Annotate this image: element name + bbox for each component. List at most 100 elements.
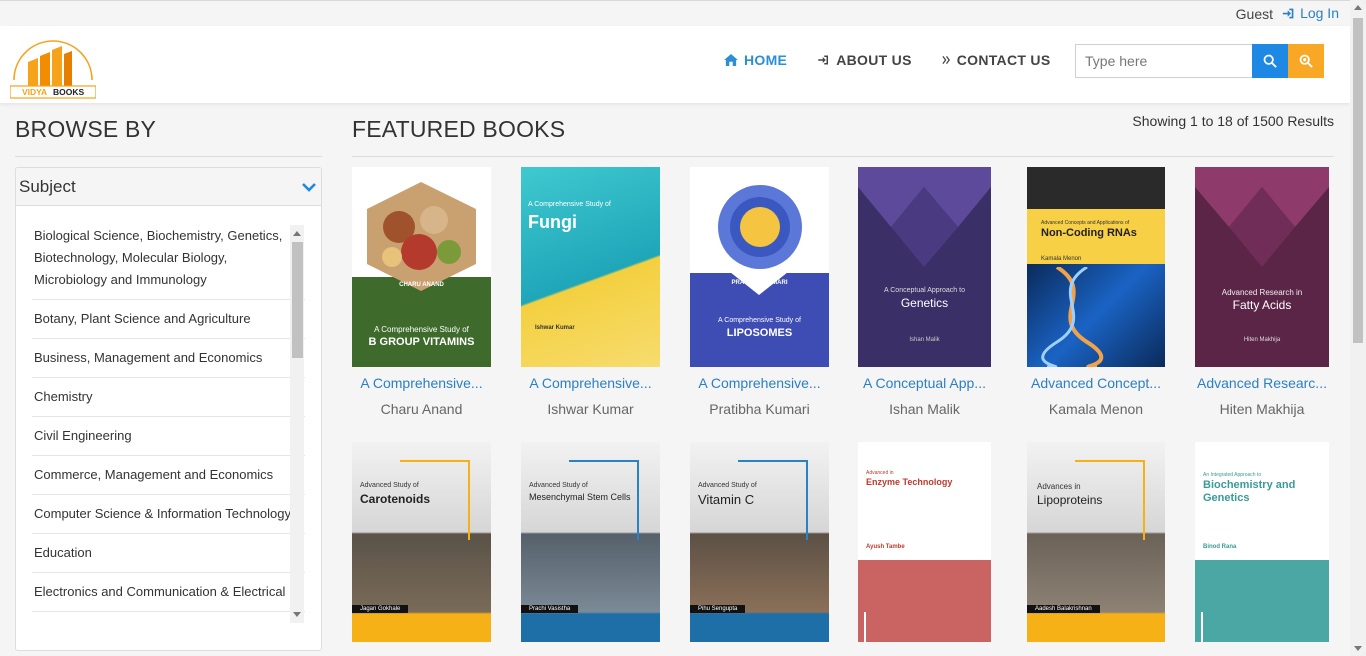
book-card[interactable]: CHARU ANAND A Comprehensive Study of B G…	[352, 167, 491, 417]
book-card[interactable]: Advanced in Enzyme Technology Ayush Tamb…	[858, 442, 991, 642]
login-label: Log In	[1300, 5, 1339, 21]
cover-subtitle: Advanced in	[866, 470, 894, 476]
book-author: Kamala Menon	[1048, 401, 1144, 417]
login-link[interactable]: Log In	[1282, 5, 1339, 21]
book-title-link[interactable]: A Comprehensive...	[521, 375, 660, 391]
book-card[interactable]: PRATIBHA KUMARI A Comprehensive Study of…	[690, 167, 829, 417]
book-title-link[interactable]: A Comprehensive...	[690, 375, 829, 391]
cover-title: Genetics	[900, 296, 949, 310]
subject-item[interactable]: Electronics and Communication & Electric…	[32, 573, 305, 612]
search-input[interactable]	[1075, 44, 1252, 78]
book-author: Charu Anand	[380, 401, 463, 417]
subject-item[interactable]: Education	[32, 534, 305, 573]
subject-item[interactable]: Botany, Plant Science and Agriculture	[32, 300, 305, 339]
scroll-up-arrow[interactable]	[1354, 5, 1362, 10]
home-icon	[724, 54, 738, 66]
book-cover[interactable]: A Comprehensive Study of Fungi Ishwar Ku…	[521, 167, 660, 367]
nav-contact[interactable]: CONTACT US	[942, 52, 1051, 68]
cover-author: PRATIBHA KUMARI	[731, 280, 788, 286]
cover-subtitle: A Comprehensive Study of	[374, 325, 469, 334]
book-cover[interactable]: A Conceptual Approach to Genetics Ishan …	[858, 167, 991, 367]
nav-home[interactable]: HOME	[724, 52, 787, 68]
search-icon	[1263, 54, 1277, 68]
sign-in-icon	[1282, 8, 1294, 18]
cover-author: Binod Rana	[1203, 544, 1237, 550]
cover-title: Mesenchymal Stem Cells	[529, 492, 631, 502]
scroll-down-arrow[interactable]	[293, 612, 301, 617]
scroll-thumb[interactable]	[292, 242, 303, 358]
book-cover[interactable]: CHARU ANAND A Comprehensive Study of B G…	[352, 167, 491, 367]
cover-subtitle: Advanced Research in	[1221, 288, 1303, 297]
scroll-down-arrow[interactable]	[1354, 646, 1362, 651]
cover-subtitle: A Conceptual Approach to	[884, 287, 965, 294]
book-cover[interactable]: Advanced Research in Fatty Acids Hiten M…	[1195, 167, 1329, 367]
book-title-link[interactable]: Advanced Researc...	[1195, 375, 1329, 391]
book-author: Hiten Makhija	[1219, 401, 1305, 417]
scroll-up-arrow[interactable]	[293, 231, 301, 236]
subject-item[interactable]: Commerce, Management and Economics	[32, 456, 305, 495]
chevron-down-icon	[302, 182, 316, 192]
cover-author: Jagan Gokhale	[352, 605, 409, 613]
logo-text-vidya: VIDYA	[22, 87, 47, 97]
book-cover[interactable]: Advanced Study of Vitamin C Pihu Sengupt…	[690, 442, 829, 642]
subject-item[interactable]: Business, Management and Economics	[32, 339, 305, 378]
logo-text-books: BOOKS	[53, 87, 85, 97]
book-card[interactable]: An Integrated Approach to Biochemistry a…	[1195, 442, 1329, 642]
book-cover[interactable]: PRATIBHA KUMARI A Comprehensive Study of…	[690, 167, 829, 367]
book-title-link[interactable]: Advanced Concept...	[1027, 375, 1165, 391]
main-nav: HOME ABOUT US CONTACT US	[724, 52, 1080, 68]
subject-panel-header[interactable]: Subject	[16, 168, 321, 206]
vidya-books-logo[interactable]: VIDYA BOOKS	[9, 32, 97, 100]
nav-about-label: ABOUT US	[836, 52, 912, 68]
advanced-search-button[interactable]	[1288, 44, 1324, 78]
nav-about[interactable]: ABOUT US	[817, 52, 912, 68]
book-author: Ishwar Kumar	[547, 401, 634, 417]
subject-panel: Subject Biological Science, Biochemistry…	[15, 167, 322, 651]
scroll-thumb[interactable]	[1353, 18, 1363, 343]
book-cover[interactable]: Advanced Concepts and Applications of No…	[1027, 167, 1165, 367]
double-chevron-right-icon	[942, 56, 950, 64]
cover-title: Biochemistry and Genetics	[1203, 479, 1296, 504]
subject-list: Biological Science, Biochemistry, Geneti…	[32, 225, 305, 627]
cover-author: Prachi Vasistha	[521, 605, 579, 613]
cover-subtitle: A Comprehensive Study of	[528, 201, 611, 208]
book-cover[interactable]: Advanced Study of Mesenchymal Stem Cells…	[521, 442, 660, 642]
top-bar: Guest Log In	[0, 0, 1350, 26]
book-cover[interactable]: Advances in Lipoproteins Aadesh Balakris…	[1027, 442, 1165, 642]
cover-title: LIPOSOMES	[726, 327, 793, 339]
cover-title: Lipoproteins	[1037, 493, 1103, 507]
book-card[interactable]: Advanced Study of Carotenoids Jagan Gokh…	[352, 442, 491, 642]
advanced-search-icon	[1299, 54, 1313, 68]
subject-item[interactable]: Civil Engineering	[32, 417, 305, 456]
cover-author: Ayush Tambe	[866, 544, 905, 550]
book-title-link[interactable]: A Comprehensive...	[352, 375, 491, 391]
cover-author: Aadesh Balakrishnan	[1027, 605, 1100, 613]
book-title-link[interactable]: A Conceptual App...	[858, 375, 991, 391]
cover-subtitle: An Integrated Approach to	[1203, 472, 1262, 478]
divider	[352, 156, 1334, 157]
subject-item[interactable]: Computer Science & Information Technolog…	[32, 495, 305, 534]
book-cover[interactable]: Advanced Study of Carotenoids Jagan Gokh…	[352, 442, 491, 642]
book-cover[interactable]: An Integrated Approach to Biochemistry a…	[1195, 442, 1329, 642]
book-card[interactable]: Advanced Research in Fatty Acids Hiten M…	[1195, 167, 1329, 417]
book-card[interactable]: Advances in Lipoproteins Aadesh Balakris…	[1027, 442, 1165, 642]
subject-list-scrollbar[interactable]	[290, 225, 304, 623]
nav-home-label: HOME	[744, 52, 788, 68]
featured-books-heading: FEATURED BOOKS	[352, 116, 566, 142]
search-button[interactable]	[1252, 44, 1288, 78]
book-card[interactable]: Advanced Study of Vitamin C Pihu Sengupt…	[690, 442, 829, 642]
cover-title: Vitamin C	[698, 492, 755, 507]
subject-item[interactable]: Chemistry	[32, 378, 305, 417]
book-card[interactable]: Advanced Study of Mesenchymal Stem Cells…	[521, 442, 660, 642]
cover-subtitle: Advanced Study of	[529, 482, 588, 489]
page-scrollbar[interactable]	[1350, 0, 1366, 656]
subject-item[interactable]: Biological Science, Biochemistry, Geneti…	[32, 225, 305, 300]
cover-author: CHARU ANAND	[399, 282, 444, 288]
book-card[interactable]: A Comprehensive Study of Fungi Ishwar Ku…	[521, 167, 660, 417]
cover-author: Ishan Malik	[909, 337, 940, 343]
book-cover[interactable]: Advanced in Enzyme Technology Ayush Tamb…	[858, 442, 991, 642]
cover-author: Hiten Makhija	[1243, 337, 1281, 343]
book-card[interactable]: Advanced Concepts and Applications of No…	[1027, 167, 1165, 417]
book-card[interactable]: A Conceptual Approach to Genetics Ishan …	[858, 167, 991, 417]
page: Guest Log In VIDYA BOOKS HOME ABOUT US C…	[0, 0, 1366, 656]
